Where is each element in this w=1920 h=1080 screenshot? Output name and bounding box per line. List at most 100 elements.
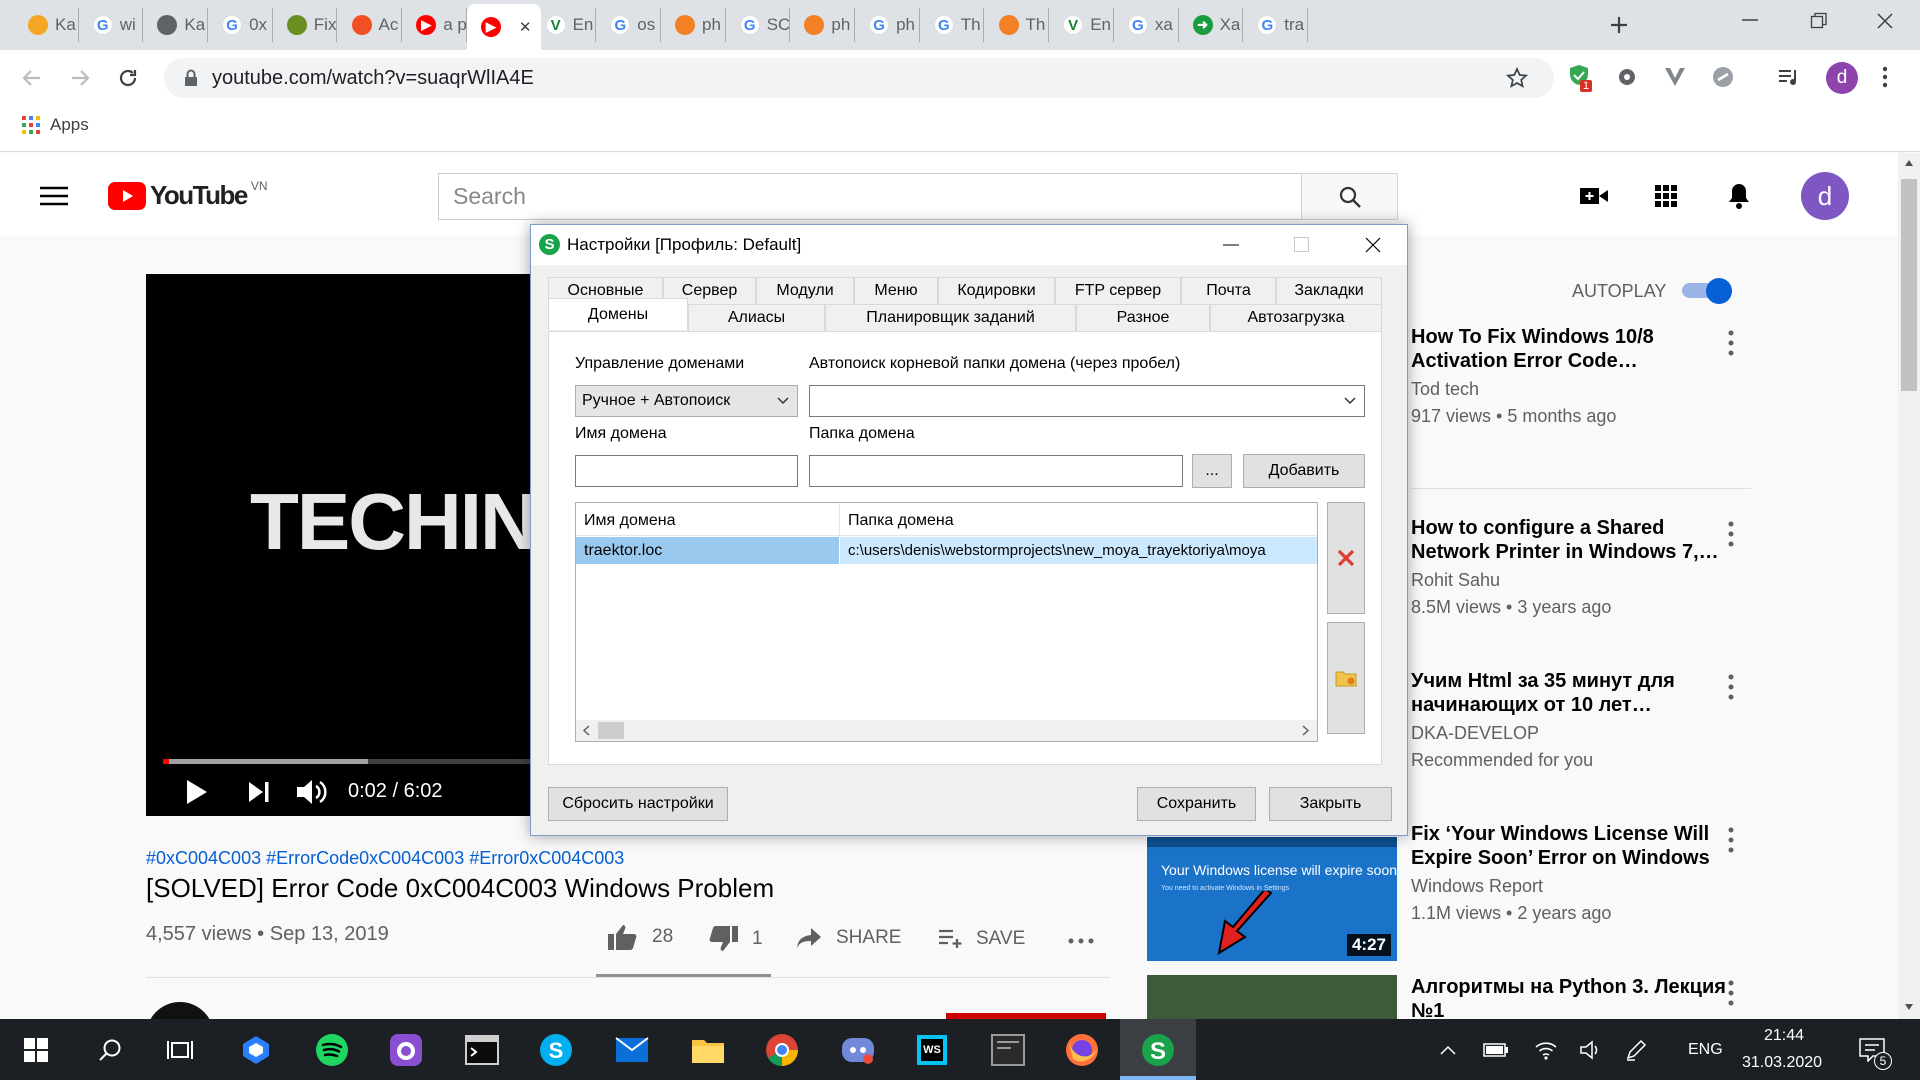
autosearch-combo[interactable] [809,385,1365,417]
browser-tab[interactable]: Ka [14,8,79,42]
more-options-icon[interactable] [1728,674,1734,700]
related-item[interactable]: Учим Html за 35 минут для начинающих от … [1411,669,1731,774]
start-button[interactable] [16,1030,56,1070]
browser-tab[interactable]: Gos [596,8,661,42]
column-header-folder[interactable]: Папка домена [848,512,954,530]
taskbar-app[interactable] [688,1030,728,1070]
delete-domain-button[interactable] [1327,502,1365,614]
task-view-button[interactable] [160,1030,200,1070]
column-header-name[interactable]: Имя домена [584,512,675,530]
extension-icon-3[interactable] [1664,67,1686,87]
share-button[interactable]: SHARE [796,927,901,949]
taskbar-app[interactable]: WS [912,1030,952,1070]
taskbar-app[interactable] [1062,1030,1102,1070]
related-thumbnail[interactable]: Your Windows license will expire soon Yo… [1147,837,1397,961]
taskbar-app[interactable] [386,1030,426,1070]
new-tab-button[interactable] [1604,10,1634,40]
tab-autostart[interactable]: Автозагрузка [1210,304,1382,331]
browser-tab[interactable]: V En [1049,8,1114,42]
scroll-up-icon[interactable] [1904,159,1914,167]
taskbar-app[interactable]: S [536,1030,576,1070]
tab-aliases[interactable]: Алиасы [688,304,825,331]
pen-button[interactable] [1616,1030,1656,1070]
battery-button[interactable] [1476,1030,1516,1070]
domain-name-input[interactable] [575,455,798,487]
autoplay-toggle[interactable] [1682,278,1736,304]
browser-tab[interactable]: Fix [273,8,338,42]
tray-overflow-button[interactable] [1428,1030,1468,1070]
clock-date[interactable]: 31.03.2020 [1742,1054,1822,1072]
notifications-button[interactable] [1727,182,1751,210]
browser-tab[interactable]: G SC [726,8,791,42]
close-icon[interactable] [1365,237,1381,253]
dislike-button[interactable]: 1 [708,926,763,952]
browser-tab[interactable]: G 0x [208,8,273,42]
tab-bookmarks[interactable]: Закладки [1276,277,1382,304]
taskbar-app-active[interactable]: S [1138,1030,1178,1070]
tab-close-icon[interactable]: ✕ [519,18,532,36]
tab-domains[interactable]: Домены [548,298,688,330]
address-bar[interactable]: youtube.com/watch?v=suaqrWlIA4E [164,58,1554,98]
media-controls-button[interactable] [1778,68,1800,86]
browser-tab-active[interactable]: ▶ ✕ [466,4,541,50]
add-domain-button[interactable]: Добавить [1243,454,1365,488]
more-options-icon[interactable] [1728,330,1734,356]
volume-tray-button[interactable] [1572,1030,1612,1070]
minimize-button[interactable] [1740,18,1760,22]
taskbar-app[interactable] [236,1030,276,1070]
taskbar-app[interactable] [612,1030,652,1070]
related-thumbnail[interactable] [1147,975,1397,1019]
extension-shield[interactable]: 1 [1568,64,1594,94]
account-avatar[interactable]: d [1801,172,1849,220]
chrome-menu-button[interactable] [1882,66,1888,88]
browser-tab[interactable]: ph [661,8,726,42]
related-item[interactable]: How To Fix Windows 10/8 Activation Error… [1411,325,1731,430]
action-center-button[interactable]: 5 [1852,1030,1892,1070]
close-window-button[interactable] [1876,12,1894,30]
restore-button[interactable] [1810,12,1828,30]
browser-tab[interactable]: Ka [143,8,209,42]
browser-tab[interactable]: Th [985,8,1050,42]
browser-tab[interactable]: ▶ a p [402,8,467,42]
save-button[interactable]: SAVE [938,928,1025,950]
related-item[interactable]: How to configure a Shared Network Printe… [1411,516,1731,621]
tab-misc[interactable]: Разное [1076,304,1210,331]
domain-folder-input[interactable] [809,455,1183,487]
clock-time[interactable]: 21:44 [1764,1027,1804,1045]
related-item[interactable]: Алгоритмы на Python 3. Лекция №1 [1411,975,1731,1023]
video-hashtags[interactable]: #0xC004C003 #ErrorCode0xC004C003 #Error0… [146,848,624,869]
browser-tab[interactable]: Ac [338,8,403,42]
play-icon[interactable] [186,779,208,805]
browser-tab[interactable]: V En [532,8,597,42]
profile-avatar[interactable]: d [1826,62,1858,94]
apps-button[interactable] [1655,185,1677,207]
more-options-icon[interactable] [1728,827,1734,853]
browser-tab[interactable]: Gwi [79,8,144,42]
browser-tab[interactable]: ph [790,8,856,42]
related-item[interactable]: Fix ‘Your Windows License Will Expire So… [1411,822,1731,927]
volume-icon[interactable] [296,778,328,806]
more-options-icon[interactable] [1728,521,1734,547]
minimize-icon[interactable] [1223,244,1239,246]
search-input[interactable]: Search [438,173,1302,220]
taskbar-app[interactable] [462,1030,502,1070]
taskbar-app[interactable] [312,1030,352,1070]
tab-mail[interactable]: Почта [1181,277,1276,304]
horizontal-scrollbar[interactable] [576,720,1317,741]
tab-encodings[interactable]: Кодировки [938,277,1055,304]
scroll-left-icon[interactable] [582,725,590,736]
scrollbar-thumb[interactable] [1901,179,1917,391]
create-video-button[interactable] [1580,186,1608,206]
tab-scheduler[interactable]: Планировщик заданий [825,304,1076,331]
browse-button[interactable]: ... [1192,454,1232,488]
wifi-button[interactable] [1526,1030,1566,1070]
tab-menu[interactable]: Меню [854,277,938,304]
input-language[interactable]: ENG [1688,1041,1723,1059]
back-button[interactable] [20,66,44,90]
domain-mgmt-select[interactable]: Ручное + Автопоиск [575,385,798,417]
more-actions-button[interactable] [1068,938,1094,944]
scroll-right-icon[interactable] [1302,725,1310,736]
apps-bookmark[interactable]: Apps [22,115,89,135]
youtube-logo[interactable]: YouTube VN [108,179,268,211]
browser-tab[interactable]: Gph [855,8,920,42]
